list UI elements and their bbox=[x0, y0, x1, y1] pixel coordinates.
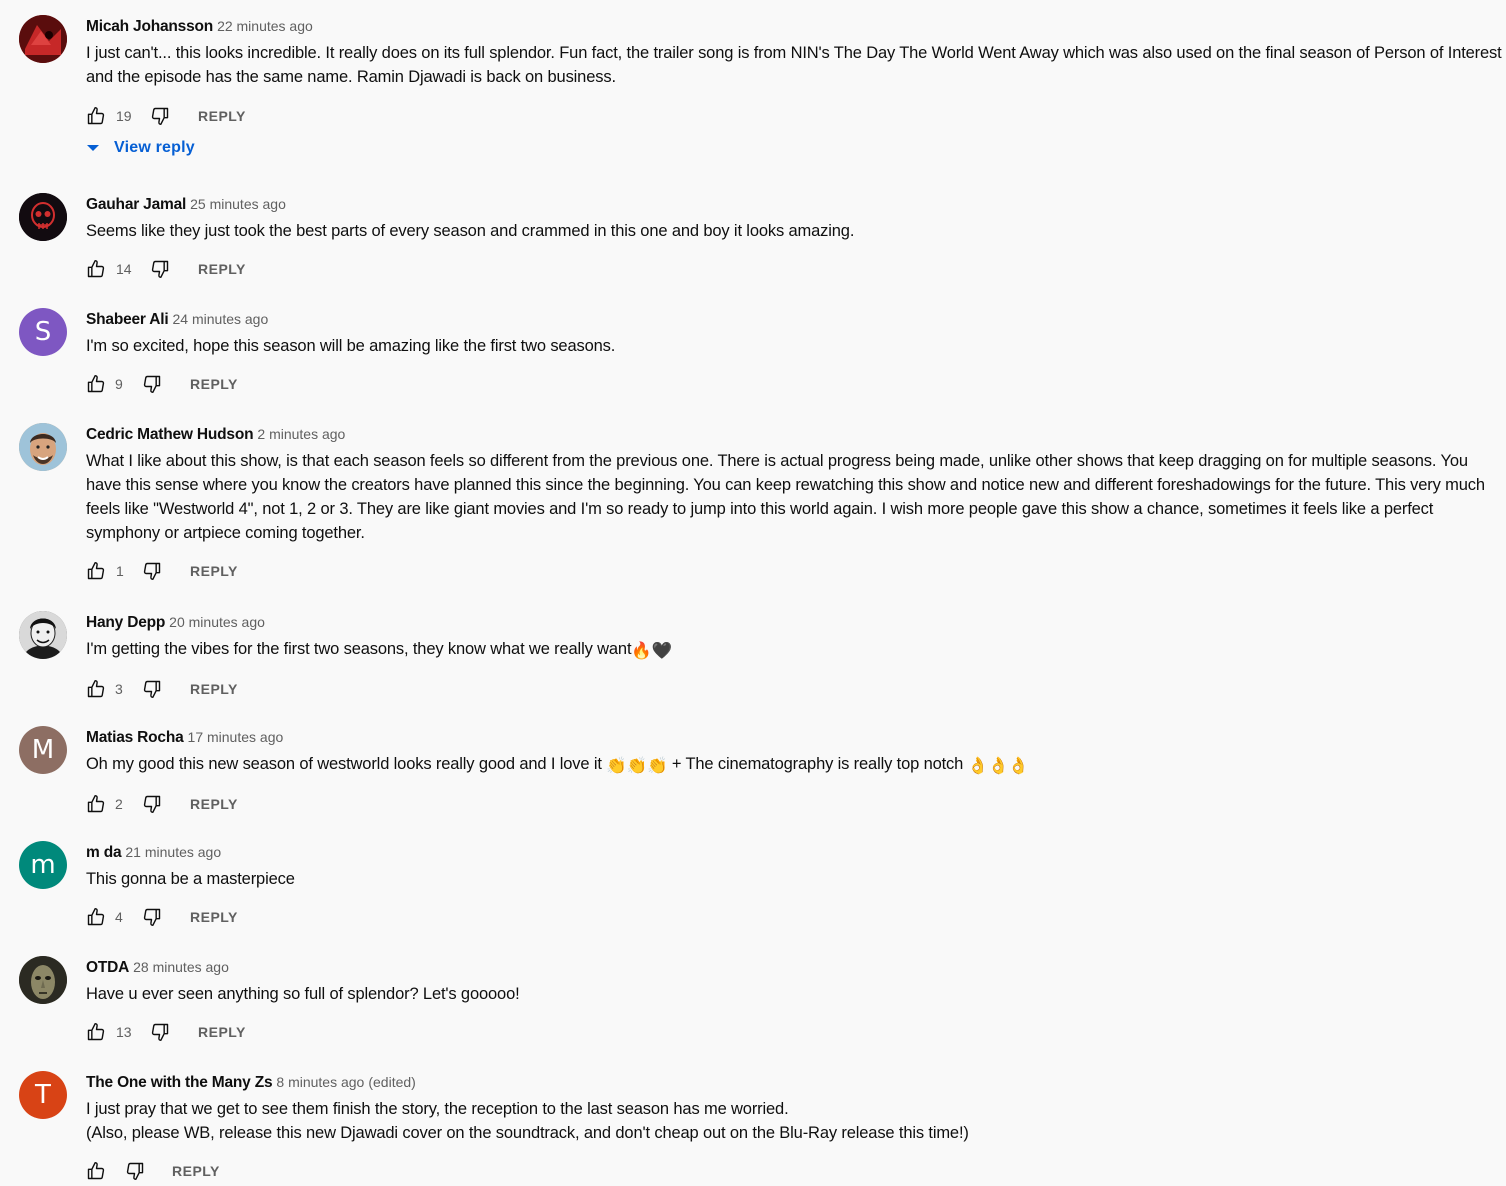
reply-button[interactable]: REPLY bbox=[190, 680, 238, 698]
thumbs-up-icon[interactable] bbox=[86, 259, 106, 279]
comment-text: What I like about this show, is that eac… bbox=[86, 452, 1490, 542]
comment-text: I'm so excited, hope this season will be… bbox=[86, 337, 616, 355]
avatar[interactable] bbox=[19, 423, 67, 471]
reply-button[interactable]: REPLY bbox=[172, 1162, 220, 1180]
comment-text: Oh my good this new season of westworld … bbox=[86, 752, 1504, 778]
comment-timestamp[interactable]: 21 minutes ago bbox=[125, 844, 221, 860]
reply-button[interactable]: REPLY bbox=[198, 260, 246, 278]
view-reply-label: View reply bbox=[114, 139, 195, 156]
reply-button[interactable]: REPLY bbox=[190, 375, 238, 393]
comment-timestamp[interactable]: 8 minutes ago bbox=[276, 1074, 364, 1090]
thumbs-up-icon[interactable] bbox=[86, 679, 106, 699]
like-count: 13 bbox=[116, 1024, 132, 1040]
thumbs-down-icon[interactable] bbox=[150, 1022, 170, 1042]
like-count: 9 bbox=[115, 376, 123, 392]
comment-text: This gonna be a masterpiece bbox=[86, 870, 295, 888]
avatar-letter: T bbox=[35, 1080, 51, 1110]
avatar[interactable] bbox=[19, 193, 67, 241]
like-count: 2 bbox=[115, 796, 123, 812]
comment-text: I'm getting the vibes for the first two … bbox=[86, 637, 1504, 663]
avatar[interactable]: m bbox=[19, 841, 67, 889]
thumbs-up-icon[interactable] bbox=[86, 1022, 106, 1042]
avatar[interactable]: S bbox=[19, 308, 67, 356]
avatar[interactable] bbox=[19, 611, 67, 659]
comment-timestamp[interactable]: 22 minutes ago bbox=[217, 18, 313, 34]
masked-face-avatar-icon bbox=[19, 956, 67, 1004]
reply-button[interactable]: REPLY bbox=[190, 795, 238, 813]
comment-author[interactable]: The One with the Many Zs bbox=[86, 1074, 273, 1091]
like-count: 3 bbox=[115, 681, 123, 697]
avatar[interactable] bbox=[19, 15, 67, 63]
comment-author[interactable]: Micah Johansson bbox=[86, 18, 213, 35]
comment-actions: 14 REPLY bbox=[86, 257, 1504, 281]
comment-text: I just can't... this looks incredible. I… bbox=[86, 44, 1506, 86]
comment-actions: 13 REPLY bbox=[86, 1020, 1504, 1044]
comment-actions: 9 REPLY bbox=[86, 372, 1504, 396]
comment-text: I just pray that we get to see them fini… bbox=[86, 1100, 969, 1142]
like-count: 4 bbox=[115, 909, 123, 925]
avatar[interactable]: M bbox=[19, 726, 67, 774]
thumbs-up-icon[interactable] bbox=[86, 1161, 106, 1181]
fire-heart-emoji: 🔥🖤 bbox=[631, 642, 673, 660]
red-skull-avatar-icon bbox=[19, 193, 67, 241]
comment-actions: 19 REPLY bbox=[86, 104, 1504, 128]
comment-text: Have u ever seen anything so full of spl… bbox=[86, 985, 520, 1003]
face-photo-avatar-icon bbox=[19, 423, 67, 471]
thumbs-up-icon[interactable] bbox=[86, 907, 106, 927]
avatar[interactable]: T bbox=[19, 1071, 67, 1119]
comment-author[interactable]: m da bbox=[86, 844, 122, 861]
comment-author[interactable]: Matias Rocha bbox=[86, 729, 184, 746]
comment-text-main: Oh my good this new season of westworld … bbox=[86, 755, 602, 773]
view-replies-button[interactable]: View reply bbox=[86, 137, 195, 159]
comment-timestamp[interactable]: 2 minutes ago bbox=[257, 426, 345, 442]
caret-down-icon bbox=[87, 145, 99, 151]
thumbs-up-icon[interactable] bbox=[86, 794, 106, 814]
thumbs-down-icon[interactable] bbox=[142, 561, 162, 581]
comment-timestamp[interactable]: 17 minutes ago bbox=[188, 729, 284, 745]
like-count: 19 bbox=[116, 108, 132, 124]
like-count: 14 bbox=[116, 261, 132, 277]
thumbs-up-icon[interactable] bbox=[86, 561, 106, 581]
comment-author[interactable]: Hany Depp bbox=[86, 614, 165, 631]
comment-actions: 4 REPLY bbox=[86, 905, 1504, 929]
comment-timestamp[interactable]: 28 minutes ago bbox=[133, 959, 229, 975]
thumbs-up-icon[interactable] bbox=[86, 374, 106, 394]
thumbs-down-icon[interactable] bbox=[150, 106, 170, 126]
reply-button[interactable]: REPLY bbox=[198, 1023, 246, 1041]
comment-actions: 1 REPLY bbox=[86, 559, 1504, 583]
reply-button[interactable]: REPLY bbox=[190, 562, 238, 580]
comment-timestamp[interactable]: 24 minutes ago bbox=[173, 311, 269, 327]
comment-text-main: I'm getting the vibes for the first two … bbox=[86, 640, 632, 658]
thumbs-down-icon[interactable] bbox=[150, 259, 170, 279]
clap-emoji: 👏👏👏 bbox=[606, 757, 668, 775]
red-mask-avatar-icon bbox=[19, 15, 67, 63]
avatar-letter: S bbox=[34, 317, 52, 347]
thumbs-down-icon[interactable] bbox=[142, 907, 162, 927]
thumbs-down-icon[interactable] bbox=[125, 1161, 145, 1181]
avatar-letter: M bbox=[31, 735, 55, 765]
reply-button[interactable]: REPLY bbox=[198, 107, 246, 125]
comment-author[interactable]: OTDA bbox=[86, 959, 129, 976]
comment-actions: 2 REPLY bbox=[86, 792, 1504, 816]
comment-author[interactable]: Shabeer Ali bbox=[86, 311, 169, 328]
comment-text-continued: + The cinematography is really top notch bbox=[667, 755, 968, 773]
comment-text: Seems like they just took the best parts… bbox=[86, 222, 855, 240]
reply-button[interactable]: REPLY bbox=[190, 908, 238, 926]
thumbs-down-icon[interactable] bbox=[142, 374, 162, 394]
thumbs-down-icon[interactable] bbox=[142, 794, 162, 814]
comment-timestamp[interactable]: 25 minutes ago bbox=[190, 196, 286, 212]
ok-hand-emoji: 👌👌👌 bbox=[967, 757, 1029, 775]
avatar[interactable] bbox=[19, 956, 67, 1004]
like-count: 1 bbox=[116, 563, 124, 579]
thumbs-down-icon[interactable] bbox=[142, 679, 162, 699]
comment-timestamp[interactable]: 20 minutes ago bbox=[169, 614, 265, 630]
comment-author[interactable]: Cedric Mathew Hudson bbox=[86, 426, 254, 443]
comment-actions: REPLY bbox=[86, 1159, 1504, 1183]
comment-actions: 3 REPLY bbox=[86, 677, 1504, 701]
bw-portrait-avatar-icon bbox=[19, 611, 67, 659]
comment-author[interactable]: Gauhar Jamal bbox=[86, 196, 186, 213]
edited-label: (edited) bbox=[368, 1074, 416, 1090]
thumbs-up-icon[interactable] bbox=[86, 106, 106, 126]
avatar-letter: m bbox=[30, 850, 56, 880]
